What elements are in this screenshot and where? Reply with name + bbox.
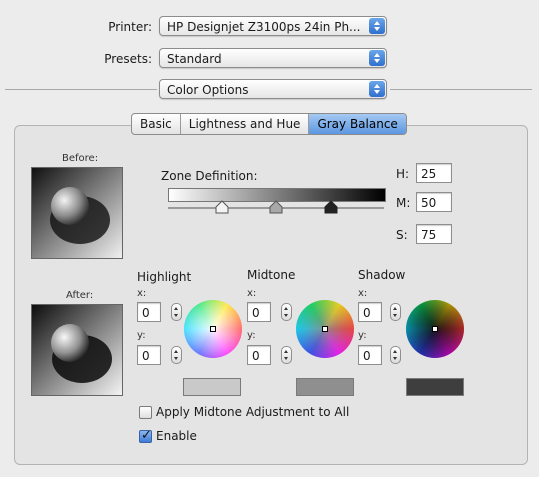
midtone-x-label: x: bbox=[247, 288, 257, 299]
popup-arrows-icon bbox=[369, 81, 385, 97]
after-label: After: bbox=[66, 290, 94, 301]
tab-basic[interactable]: Basic bbox=[132, 114, 181, 134]
printer-value: HP Designjet Z3100ps 24in Ph... bbox=[167, 20, 361, 34]
shadow-y-field[interactable]: 0 bbox=[358, 345, 382, 365]
zone-definition-label: Zone Definition: bbox=[161, 169, 258, 183]
shadow-wheel-marker[interactable] bbox=[432, 326, 438, 332]
highlight-y-field[interactable]: 0 bbox=[137, 345, 161, 365]
midtone-x-stepper[interactable] bbox=[281, 303, 292, 321]
highlight-x-label: x: bbox=[137, 288, 147, 299]
tab-bar: Basic Lightness and Hue Gray Balance bbox=[131, 113, 407, 135]
shadow-y-stepper[interactable] bbox=[390, 346, 401, 364]
tab-gray-balance[interactable]: Gray Balance bbox=[309, 114, 406, 134]
popup-arrows-icon bbox=[369, 18, 385, 34]
midtone-wheel-marker[interactable] bbox=[322, 326, 328, 332]
tab-lightness-and-hue[interactable]: Lightness and Hue bbox=[181, 114, 310, 134]
h-label: H: bbox=[396, 167, 410, 181]
before-label: Before: bbox=[62, 153, 99, 164]
s-field[interactable]: 75 bbox=[416, 224, 452, 244]
highlight-y-label: y: bbox=[137, 330, 146, 341]
section-popup[interactable]: Color Options bbox=[159, 79, 387, 99]
highlight-swatch bbox=[183, 378, 241, 396]
shadow-x-stepper[interactable] bbox=[390, 303, 401, 321]
shadow-x-label: x: bbox=[358, 288, 368, 299]
presets-value: Standard bbox=[167, 52, 222, 66]
zone-slider-shadow-thumb[interactable] bbox=[324, 200, 338, 214]
m-label: M: bbox=[396, 196, 411, 210]
apply-midtone-label[interactable]: Apply Midtone Adjustment to All bbox=[156, 405, 349, 419]
shadow-color-wheel[interactable] bbox=[406, 300, 464, 358]
shadow-x-field[interactable]: 0 bbox=[358, 302, 382, 322]
highlight-y-stepper[interactable] bbox=[171, 346, 182, 364]
printer-label: Printer: bbox=[108, 20, 152, 34]
midtone-title: Midtone bbox=[247, 268, 296, 282]
s-label: S: bbox=[396, 228, 408, 242]
highlight-x-field[interactable]: 0 bbox=[137, 302, 161, 322]
h-field[interactable]: 25 bbox=[416, 163, 452, 183]
before-preview-image bbox=[31, 167, 123, 259]
printer-popup[interactable]: HP Designjet Z3100ps 24in Ph... bbox=[159, 16, 387, 36]
separator-right bbox=[390, 89, 532, 90]
zone-slider-highlight-thumb[interactable] bbox=[215, 200, 229, 214]
midtone-x-field[interactable]: 0 bbox=[247, 302, 271, 322]
shadow-swatch bbox=[406, 378, 464, 396]
section-value: Color Options bbox=[167, 83, 249, 97]
presets-label: Presets: bbox=[104, 52, 152, 66]
midtone-y-stepper[interactable] bbox=[281, 346, 292, 364]
separator-left bbox=[5, 89, 157, 90]
midtone-y-field[interactable]: 0 bbox=[247, 345, 271, 365]
midtone-y-label: y: bbox=[247, 330, 256, 341]
enable-checkbox[interactable]: ✓ bbox=[139, 428, 152, 443]
m-field[interactable]: 50 bbox=[416, 192, 452, 212]
midtone-swatch bbox=[296, 378, 354, 396]
checkmark-icon: ✓ bbox=[141, 428, 152, 443]
midtone-color-wheel[interactable] bbox=[296, 300, 354, 358]
presets-popup[interactable]: Standard bbox=[159, 48, 387, 68]
highlight-color-wheel[interactable] bbox=[184, 300, 242, 358]
shadow-title: Shadow bbox=[358, 268, 406, 282]
enable-label[interactable]: Enable bbox=[156, 429, 197, 443]
highlight-title: Highlight bbox=[137, 270, 192, 284]
highlight-wheel-marker[interactable] bbox=[210, 326, 216, 332]
shadow-y-label: y: bbox=[358, 330, 367, 341]
apply-midtone-checkbox[interactable] bbox=[139, 406, 152, 419]
popup-arrows-icon bbox=[369, 50, 385, 66]
after-preview-image bbox=[31, 304, 123, 396]
highlight-x-stepper[interactable] bbox=[171, 303, 182, 321]
zone-slider-midtone-thumb[interactable] bbox=[269, 200, 283, 214]
